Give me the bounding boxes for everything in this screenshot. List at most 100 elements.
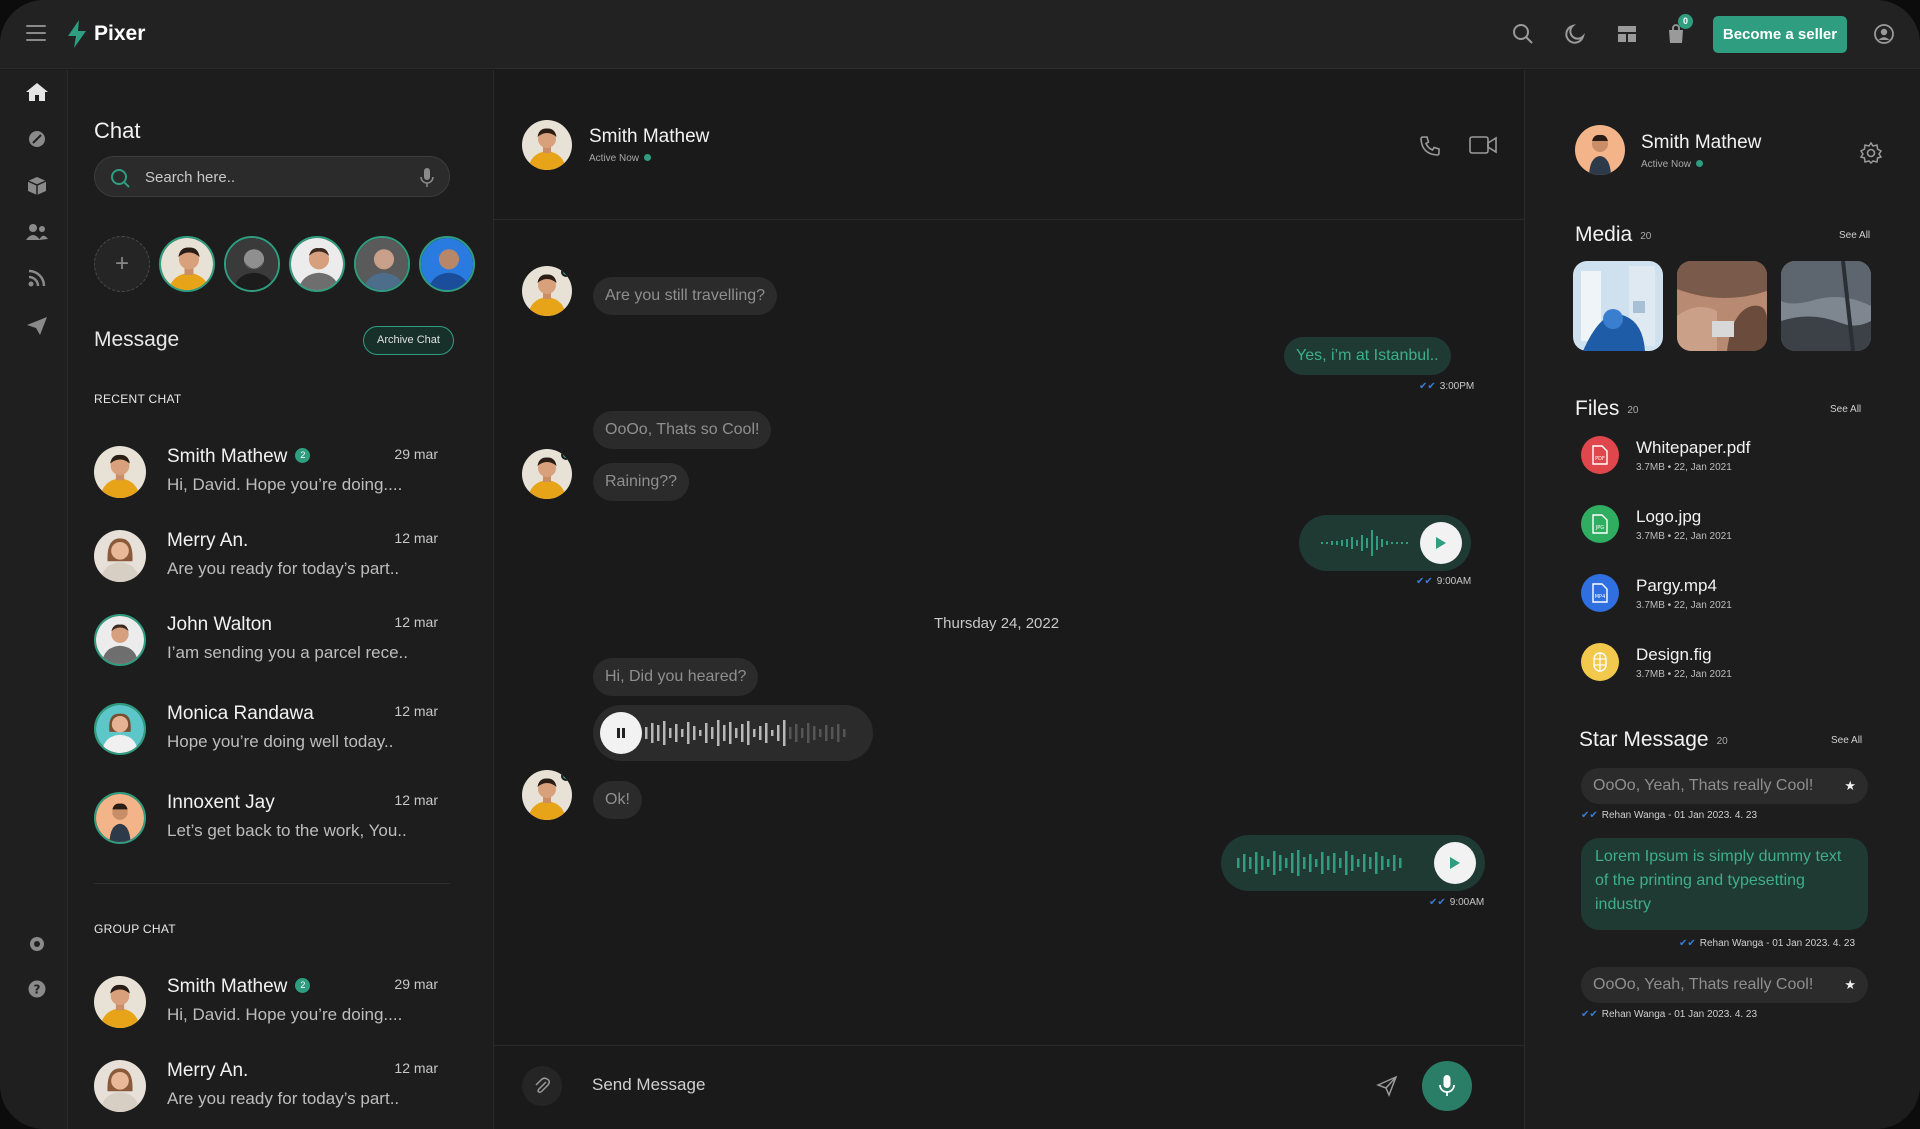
recent-chat-label: RECENT CHAT — [94, 392, 182, 406]
svg-text:MP4: MP4 — [1595, 594, 1606, 600]
avatar[interactable] — [1575, 125, 1625, 175]
svg-text:?: ? — [34, 983, 41, 997]
logo[interactable]: Pixer — [66, 20, 145, 48]
record-voice-button[interactable] — [1422, 1061, 1472, 1111]
file-meta: 3.7MB • 22, Jan 2021 — [1636, 531, 1732, 542]
become-seller-button[interactable]: Become a seller — [1713, 16, 1847, 53]
story-avatar[interactable] — [419, 236, 475, 292]
users-icon[interactable] — [25, 222, 49, 242]
home-icon[interactable] — [25, 82, 49, 102]
video-file-icon: MP4 — [1581, 574, 1619, 612]
media-thumbnail[interactable] — [1781, 261, 1871, 351]
files-see-all-link[interactable]: See All — [1830, 404, 1861, 415]
media-thumbnail[interactable] — [1677, 261, 1767, 351]
star-icon[interactable]: ★ — [1844, 967, 1856, 1003]
help-icon[interactable]: ? — [25, 979, 49, 999]
menu-icon[interactable] — [26, 25, 46, 41]
message-bubble-incoming[interactable]: Hi, Did you heared? — [593, 658, 759, 696]
file-item[interactable]: JPG Logo.jpg 3.7MB • 22, Jan 2021 — [1581, 505, 1881, 549]
search-input[interactable]: Search here.. — [94, 156, 450, 197]
story-avatar[interactable] — [159, 236, 215, 292]
avatar[interactable] — [522, 120, 572, 170]
top-bar: Pixer 0 Become a seller — [0, 0, 1920, 69]
conversation-item[interactable]: Smith Mathew 2 29 mar Hi, David. Hope you… — [94, 972, 448, 1032]
layout-icon[interactable] — [1615, 22, 1639, 46]
conversation-date: 12 mar — [394, 792, 438, 808]
star-count: 20 — [1716, 736, 1728, 747]
contact-name: Innoxent Jay — [167, 792, 275, 813]
avatar — [94, 976, 146, 1028]
messages-title: Message — [94, 328, 180, 351]
conversation-item[interactable]: Merry An. 12 mar Are you ready for today… — [94, 526, 448, 586]
conversation-item[interactable]: Merry An. 12 mar Are you ready for today… — [94, 1056, 448, 1116]
message-composer: Send Message — [494, 1045, 1524, 1129]
story-avatar[interactable] — [289, 236, 345, 292]
chat-list-panel: Chat Search here.. + Message Archive Cha… — [68, 70, 494, 1129]
box-icon[interactable] — [25, 176, 49, 196]
waveform — [1237, 850, 1402, 876]
starred-meta: ✔✔ Rehan Wanga - 01 Jan 2023. 4. 23 — [1581, 1009, 1758, 1020]
search-icon[interactable] — [1511, 22, 1535, 46]
story-avatar[interactable] — [354, 236, 410, 292]
conversation-item[interactable]: Monica Randawa 12 mar Hope you’re doing … — [94, 699, 448, 759]
online-dot — [644, 154, 652, 161]
archive-chat-button[interactable]: Archive Chat — [363, 326, 454, 355]
conversation-header: Smith Mathew Active Now — [494, 70, 1524, 220]
conversation-item[interactable]: Smith Mathew 2 29 mar Hi, David. Hope you… — [94, 442, 448, 502]
microphone-icon[interactable] — [419, 167, 435, 189]
avatar — [522, 449, 572, 499]
file-item[interactable]: PDF Whitepaper.pdf 3.7MB • 22, Jan 2021 — [1581, 436, 1881, 480]
message-bubble-outgoing[interactable]: Yes, i’m at Istanbul.. — [1284, 337, 1451, 375]
media-see-all-link[interactable]: See All — [1839, 230, 1870, 241]
phone-icon[interactable] — [1418, 134, 1442, 158]
message-bubble-incoming[interactable]: Ok! — [593, 781, 642, 819]
contact-name: Monica Randawa — [167, 703, 314, 724]
star-see-all-link[interactable]: See All — [1831, 735, 1862, 746]
message-bubble-incoming[interactable]: Raining?? — [593, 463, 690, 501]
media-count: 20 — [1640, 231, 1652, 242]
send-icon[interactable] — [25, 316, 49, 336]
pause-button[interactable] — [600, 712, 642, 754]
read-receipt-icon: ✔✔ — [1581, 810, 1598, 821]
voice-message-incoming[interactable] — [593, 705, 873, 761]
online-dot — [1696, 160, 1704, 167]
conversation-item[interactable]: Innoxent Jay 12 mar Let’s get back to th… — [94, 788, 448, 848]
story-avatar[interactable] — [224, 236, 280, 292]
feed-icon[interactable] — [25, 269, 49, 289]
read-receipt-icon: ✔✔ — [1416, 576, 1433, 587]
settings-icon[interactable] — [25, 934, 49, 954]
starred-message[interactable]: OoOo, Yeah, Thats really Cool! ★ — [1581, 967, 1868, 1003]
conversation-item[interactable]: John Walton 12 mar I’am sending you a pa… — [94, 610, 448, 670]
starred-meta: ✔✔ Rehan Wanga - 01 Jan 2023. 4. 23 — [1679, 938, 1856, 949]
conversation-date: 12 mar — [394, 530, 438, 546]
discount-icon[interactable] — [25, 129, 49, 149]
app-window: Pixer 0 Become a seller ? Chat Search he… — [0, 0, 1920, 1129]
message-preview: I’am sending you a parcel rece.. — [167, 643, 408, 662]
message-bubble-incoming[interactable]: Are you still travelling? — [593, 277, 778, 315]
moon-icon[interactable] — [1563, 22, 1587, 46]
avatar — [522, 770, 572, 820]
play-button[interactable] — [1434, 842, 1476, 884]
starred-message[interactable]: OoOo, Yeah, Thats really Cool! ★ — [1581, 768, 1868, 804]
message-bubble-incoming[interactable]: OoOo, Thats so Cool! — [593, 411, 772, 449]
media-title: Media 20 — [1575, 223, 1652, 246]
details-panel: Smith Mathew Active Now Media 20 See All … — [1524, 70, 1920, 1129]
unread-badge: 2 — [295, 448, 311, 463]
send-icon[interactable] — [1376, 1075, 1398, 1097]
file-item[interactable]: MP4 Pargy.mp4 3.7MB • 22, Jan 2021 — [1581, 574, 1881, 618]
starred-message[interactable]: Lorem Ipsum is simply dummy text of the … — [1581, 838, 1868, 930]
voice-message-outgoing[interactable] — [1221, 835, 1485, 891]
gear-icon[interactable] — [1859, 141, 1883, 165]
avatar — [94, 614, 146, 666]
media-thumbnail[interactable] — [1573, 261, 1663, 351]
user-account-icon[interactable] — [1872, 22, 1896, 46]
message-input[interactable]: Send Message — [592, 1075, 705, 1095]
play-button[interactable] — [1420, 522, 1462, 564]
add-story-button[interactable]: + — [94, 236, 150, 292]
star-icon[interactable]: ★ — [1844, 768, 1856, 804]
attach-button[interactable] — [522, 1066, 562, 1106]
voice-message-outgoing[interactable] — [1299, 515, 1471, 571]
video-call-icon[interactable] — [1469, 134, 1497, 156]
file-item[interactable]: Design.fig 3.7MB • 22, Jan 2021 — [1581, 643, 1881, 687]
waveform — [645, 720, 846, 746]
